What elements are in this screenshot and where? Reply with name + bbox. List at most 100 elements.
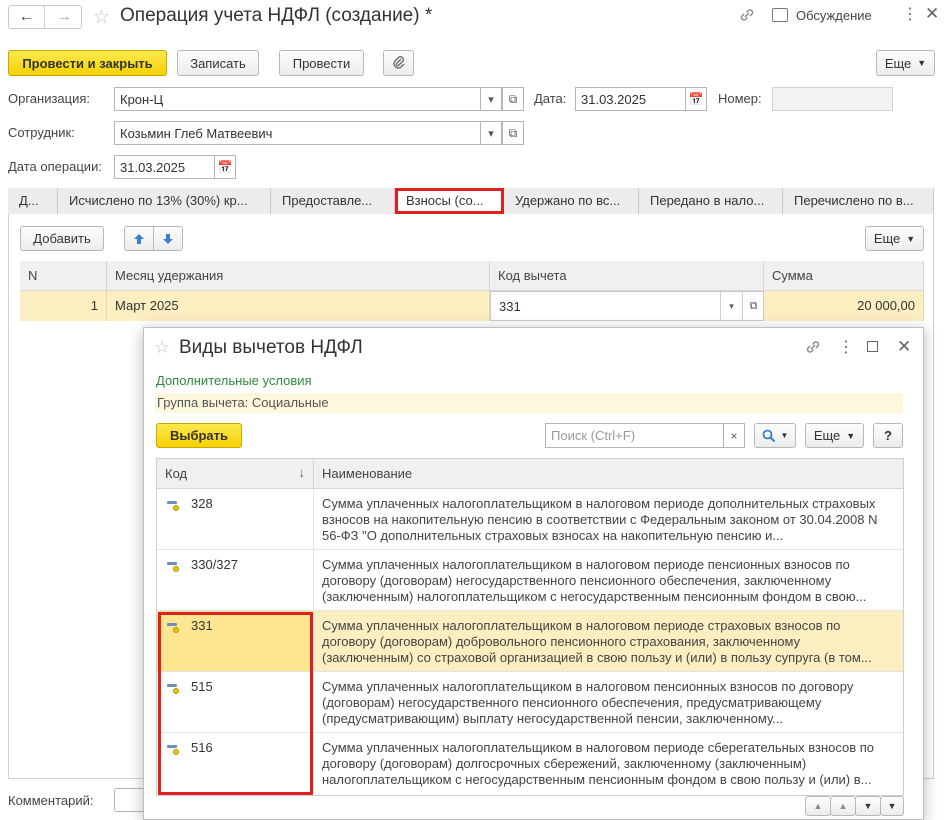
arrow-up-icon [134,233,144,244]
save-button[interactable]: Записать [177,50,259,76]
window-title: Операция учета НДФЛ (создание) * [120,5,433,26]
code-open-icon[interactable]: ⧉ [742,292,764,320]
col-header-sum[interactable]: Сумма [764,261,924,291]
back-arrow-icon[interactable]: ← [9,6,45,28]
group-filter-bar: Группа вычета: Социальные [155,393,903,413]
dropdown-caret-icon: ▼ [917,58,927,68]
dropdown-caret-icon: ▼ [906,233,916,244]
row-n-cell[interactable]: 1 [20,291,107,321]
tab-withheld[interactable]: Удержано по вс... [504,188,639,214]
scroll-to-bottom-button[interactable]: ▼ [880,796,904,816]
dialog-more-label: Еще [813,428,841,443]
item-code: 328 [191,496,213,511]
operation-date-label: Дата операции: [8,159,102,174]
row-month-cell[interactable]: Март 2025 [107,291,490,321]
operation-date-calendar-icon[interactable]: 📅 [214,155,236,179]
window-close-icon[interactable]: ✕ [925,4,939,24]
add-row-button[interactable]: Добавить [20,226,104,251]
dropdown-caret-icon: ▼ [846,430,856,441]
code-highlight-frame [158,612,313,795]
row-code-cell[interactable]: 331 ▾ ⧉ [490,291,764,321]
item-name: Сумма уплаченных налогоплательщиком в на… [322,740,875,787]
tab-d[interactable]: Д... [8,188,58,214]
comment-label: Комментарий: [8,793,94,808]
table-more-label: Еще [873,231,901,246]
organization-open-icon[interactable]: ⧉ [502,87,524,111]
organization-label: Организация: [8,91,91,106]
help-button[interactable]: ? [873,423,903,448]
nav-buttons: ← → [8,5,82,29]
col-header-name[interactable]: Наименование [314,459,903,489]
dialog-more-button[interactable]: Еще ▼ [805,423,864,448]
move-up-button[interactable] [124,226,154,251]
row-sum-cell[interactable]: 20 000,00 [764,291,924,321]
col-header-n[interactable]: N [20,261,107,291]
search-button[interactable]: ▼ [754,423,796,448]
scroll-to-top-button[interactable]: ▲ [805,796,831,816]
date-field[interactable]: 31.03.2025 [575,87,686,111]
table-more-button[interactable]: Еще ▼ [865,226,924,251]
paperclip-icon [392,56,404,69]
tab-paid[interactable]: Перечислено по в... [783,188,934,214]
date-label: Дата: [534,91,567,106]
more-label: Еще [884,55,912,71]
number-label: Номер: [718,91,762,106]
search-clear-icon[interactable]: × [723,423,745,448]
extra-conditions-link[interactable]: Дополнительные условия [156,373,312,388]
date-calendar-icon[interactable]: 📅 [685,87,707,111]
tab-calculated-13[interactable]: Исчислено по 13% (30%) кр... [58,188,271,214]
attach-button[interactable] [383,50,414,76]
discussion-link[interactable]: Обсуждение [796,8,872,23]
dialog-menu-icon[interactable]: ⋮ [838,337,854,357]
post-and-close-button[interactable]: Провести и закрыть [8,50,167,76]
sort-down-arrow-icon: ↓ [298,465,306,480]
post-button[interactable]: Провести [279,50,364,76]
link-icon[interactable] [738,6,756,24]
employee-dropdown-button[interactable]: ▾ [480,121,502,145]
deduction-item-icon [167,501,179,511]
employee-open-icon[interactable]: ⧉ [502,121,524,145]
search-input[interactable]: Поиск (Ctrl+F) [545,423,724,448]
item-name: Сумма уплаченных налогоплательщиком в на… [322,618,872,665]
scroll-up-button[interactable]: ▲ [830,796,856,816]
search-icon [762,429,775,442]
forward-arrow-icon[interactable]: → [46,6,82,28]
tab-transferred[interactable]: Передано в нало... [639,188,783,214]
item-name: Сумма уплаченных налогоплательщиком в на… [322,679,854,726]
favorite-star-icon[interactable]: ☆ [93,6,110,29]
col-header-code[interactable]: Код вычета [490,261,764,291]
dialog-title: Виды вычетов НДФЛ [179,337,363,358]
dialog-favorite-star-icon[interactable]: ☆ [154,337,170,358]
item-code: 330/327 [191,557,238,572]
dropdown-caret-icon: ▼ [780,431,789,440]
more-menu-button[interactable]: Еще ▼ [876,50,935,76]
item-name: Сумма уплаченных налогоплательщиком в на… [322,557,867,604]
scroll-down-button[interactable]: ▼ [855,796,881,816]
col-header-code[interactable]: Код ↓ [157,459,314,489]
move-down-button[interactable] [153,226,183,251]
item-name: Сумма уплаченных налогоплательщиком в на… [322,496,878,543]
list-item[interactable]: 330/327 Сумма уплаченных налогоплательщи… [157,550,903,611]
dialog-close-icon[interactable]: ✕ [897,337,911,357]
arrow-down-icon [163,233,173,244]
organization-field[interactable]: Крон-Ц [114,87,481,111]
col-header-month[interactable]: Месяц удержания [107,261,490,291]
dialog-link-icon[interactable] [804,338,822,356]
discussion-icon[interactable] [772,8,788,22]
organization-dropdown-button[interactable]: ▾ [480,87,502,111]
dialog-maximize-icon[interactable] [867,341,878,352]
employee-field[interactable]: Козьмин Глеб Матвеевич [114,121,481,145]
deduction-item-icon [167,562,179,572]
list-item[interactable]: 328 Сумма уплаченных налогоплательщиком … [157,489,903,550]
code-dropdown-button[interactable]: ▾ [720,292,742,320]
row-code-value: 331 [499,299,521,314]
group-filter-text: Группа вычета: Социальные [157,395,329,410]
col-header-code-label: Код [165,466,188,481]
tab-provided[interactable]: Предоставле... [271,188,395,214]
employee-label: Сотрудник: [8,125,75,140]
tab-contributions[interactable]: Взносы (со... [395,188,504,214]
window-menu-icon[interactable]: ⋮ [902,4,918,24]
select-button[interactable]: Выбрать [156,423,242,448]
operation-date-field[interactable]: 31.03.2025 [114,155,215,179]
search-placeholder: Поиск (Ctrl+F) [551,428,636,443]
